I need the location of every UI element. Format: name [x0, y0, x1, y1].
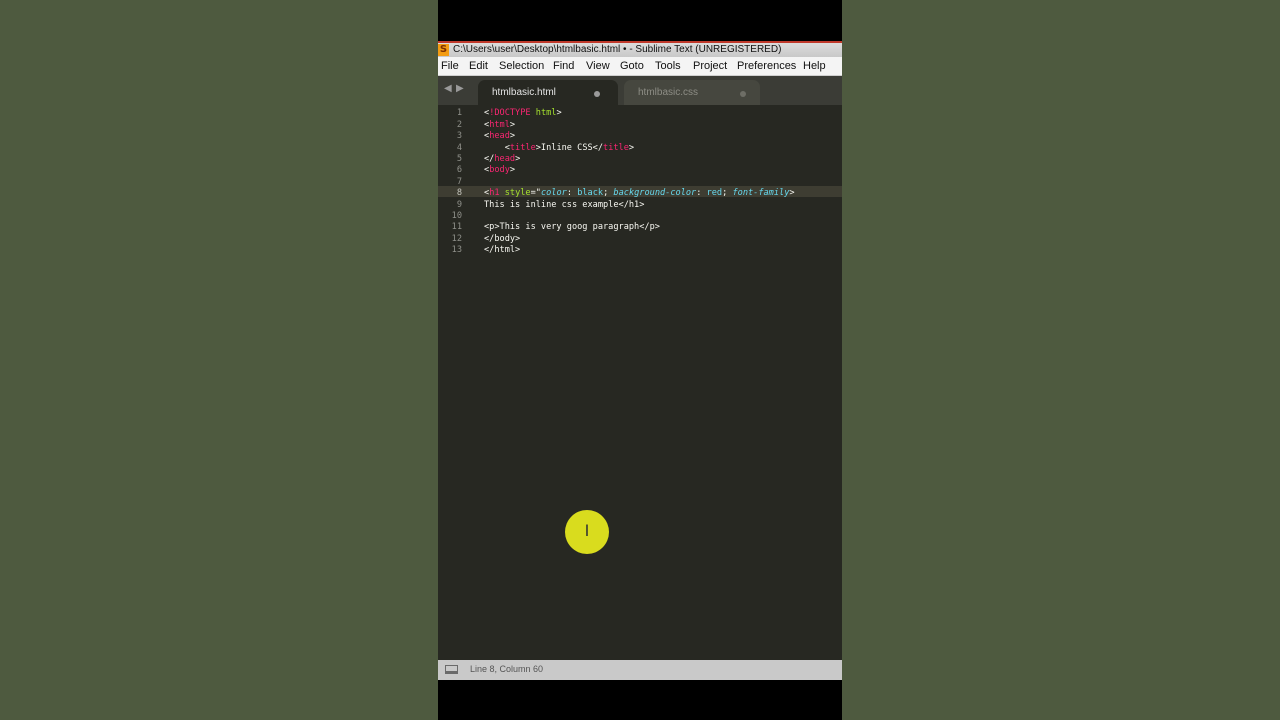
line-number: 11: [451, 222, 462, 233]
line-number: 9: [456, 199, 462, 210]
line-number: 4: [456, 142, 462, 153]
tab-prev-arrow-icon[interactable]: ◀: [444, 83, 452, 94]
code-token: >: [515, 154, 521, 164]
code-editor[interactable]: 1 2 3 4 5 6 7 8 9 10 11 12 13 <!DOCTYPE …: [438, 105, 842, 660]
code-line-3: <head>: [484, 131, 842, 142]
line-number: 2: [456, 119, 462, 130]
code-token: >: [509, 131, 516, 142]
menu-bar: File Edit Selection Find View Goto Tools…: [438, 57, 842, 76]
menu-selection[interactable]: Selection: [499, 57, 544, 76]
menu-edit[interactable]: Edit: [469, 57, 488, 76]
code-line-13: </html>: [484, 245, 521, 256]
menu-goto[interactable]: Goto: [620, 57, 644, 76]
tab-next-arrow-icon[interactable]: ▶: [456, 83, 464, 94]
line-number: 5: [456, 154, 462, 164]
window-title: C:\Users\user\Desktop\htmlbasic.html • -…: [453, 44, 782, 55]
code-token: html: [530, 108, 557, 119]
video-frame: S C:\Users\user\Desktop\htmlbasic.html •…: [438, 0, 842, 720]
code-token: ;: [603, 188, 614, 199]
tab-label: htmlbasic.html: [492, 87, 556, 98]
line-number-current: 8: [456, 188, 462, 199]
code-token: >: [556, 108, 562, 119]
panel-toggle-icon[interactable]: [445, 665, 458, 674]
code-token: body: [489, 165, 510, 176]
menu-file[interactable]: File: [441, 57, 459, 76]
menu-help[interactable]: Help: [803, 57, 826, 76]
code-line-11: <p>This is very goog paragraph</p>: [484, 222, 660, 233]
code-line-1: <!DOCTYPE html>: [484, 108, 842, 119]
code-token: =": [530, 188, 541, 199]
code-token: font-family: [732, 188, 790, 199]
line-number-gutter: 1 2 3 4 5 6 7 8 9 10 11 12 13: [438, 105, 470, 660]
code-token: style: [499, 188, 531, 199]
code-line-12: </body>: [484, 233, 521, 244]
code-token: color: [540, 188, 567, 199]
line-number: 13: [451, 245, 462, 256]
code-token: head: [489, 131, 510, 142]
menu-tools[interactable]: Tools: [655, 57, 681, 76]
sublime-window: S C:\Users\user\Desktop\htmlbasic.html •…: [438, 41, 842, 680]
menu-view[interactable]: View: [586, 57, 610, 76]
status-bar: Line 8, Column 60: [438, 660, 842, 680]
title-bar[interactable]: S C:\Users\user\Desktop\htmlbasic.html •…: [438, 41, 842, 57]
code-token: title: [603, 142, 629, 153]
ibeam-cursor-icon: I: [584, 521, 590, 540]
menu-project[interactable]: Project: [693, 57, 727, 76]
tab-bar: ◀ ▶ htmlbasic.html htmlbasic.css: [438, 76, 842, 105]
tab-htmlbasic-css[interactable]: htmlbasic.css: [624, 80, 760, 105]
line-number: 6: [456, 165, 462, 176]
menu-find[interactable]: Find: [553, 57, 574, 76]
code-token: :: [696, 188, 707, 199]
code-token: red: [706, 188, 723, 199]
code-line-5: </head>: [484, 154, 842, 165]
code-line-9: This is inline css example</h1>: [484, 199, 645, 210]
line-number: 10: [451, 211, 462, 221]
code-token: !DOCTYPE: [489, 108, 531, 119]
code-line-2: <html>: [484, 120, 842, 131]
code-token: <: [484, 142, 510, 153]
code-token: </: [484, 154, 495, 164]
line-number: 7: [456, 176, 462, 187]
unsaved-dot-icon[interactable]: [740, 91, 746, 97]
unsaved-dot-icon[interactable]: [594, 91, 600, 97]
code-token: >: [509, 165, 516, 176]
line-number: 1: [456, 108, 462, 119]
code-token: >: [789, 188, 795, 199]
tab-label: htmlbasic.css: [638, 87, 699, 98]
code-token: title: [509, 142, 536, 153]
code-token: h1: [489, 188, 500, 199]
code-token: background-color: [613, 188, 697, 199]
code-token: >: [509, 119, 516, 130]
menu-preferences[interactable]: Preferences: [737, 57, 796, 76]
cursor-position: Line 8, Column 60: [470, 664, 544, 674]
code-token: >: [628, 142, 635, 153]
code-token: head: [494, 154, 516, 164]
code-token: black: [577, 188, 604, 199]
tab-htmlbasic-html[interactable]: htmlbasic.html: [478, 80, 618, 105]
line-number: 3: [456, 131, 462, 142]
line-number: 12: [451, 233, 462, 244]
sublime-app-icon: S: [438, 44, 449, 56]
code-token: ;: [722, 188, 733, 199]
code-line-8: <h1 style="color: black; background-colo…: [484, 188, 842, 199]
code-line-6: <body>: [484, 165, 842, 176]
code-token: :: [566, 188, 578, 199]
code-line-4: <title>Inline CSS</title>: [484, 143, 842, 154]
code-token: >Inline CSS</: [535, 142, 604, 153]
code-token: html: [489, 119, 510, 130]
